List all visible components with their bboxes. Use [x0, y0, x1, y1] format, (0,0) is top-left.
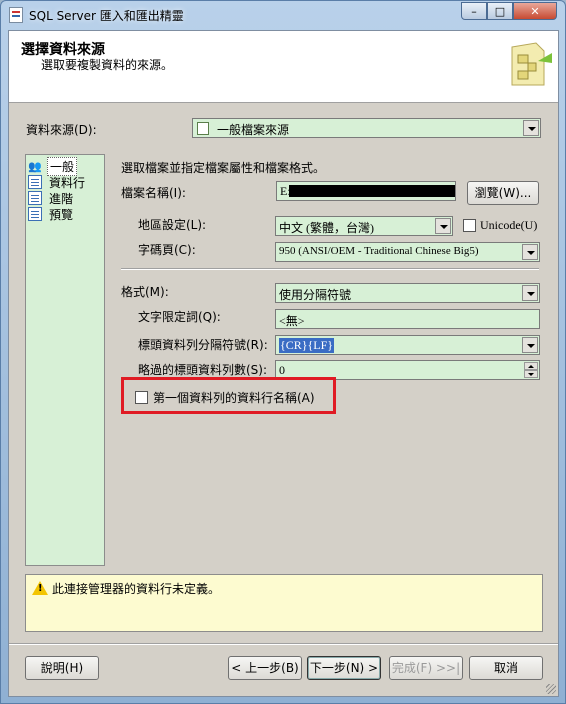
next-button[interactable]: 下一步(N) > — [307, 656, 381, 680]
chevron-down-icon[interactable] — [522, 285, 538, 301]
minimize-button[interactable]: – — [461, 2, 487, 20]
spin-up-icon[interactable] — [524, 362, 538, 370]
text-qualifier-field[interactable]: <無> — [275, 309, 540, 329]
resize-grip[interactable] — [546, 684, 556, 694]
codepage-label: 字碼頁(C): — [138, 243, 196, 257]
header-delimiter-label: 標頭資料列分隔符號(R): — [138, 338, 268, 352]
locale-combo[interactable]: 中文 (繁體，台灣) — [275, 216, 453, 236]
nav-item-general[interactable]: 一般 — [28, 156, 78, 176]
instruction-text: 選取檔案並指定檔案屬性和檔案格式。 — [121, 161, 326, 175]
chevron-down-icon[interactable] — [523, 120, 539, 136]
page-subtitle: 選取要複製資料的來源。 — [41, 58, 174, 72]
format-combo[interactable]: 使用分隔符號 — [275, 283, 540, 303]
spin-down-icon[interactable] — [524, 370, 538, 378]
back-button[interactable]: < 上一步(B) — [228, 656, 302, 680]
filename-label: 檔案名稱(I): — [121, 186, 186, 200]
nav-pane: 一般 資料行 進階 預覽 — [25, 154, 105, 566]
redacted-path — [289, 185, 455, 197]
flat-file-icon — [197, 122, 209, 135]
format-value: 使用分隔符號 — [279, 288, 352, 302]
message-text: 此連接管理器的資料行未定義。 — [52, 582, 221, 596]
client-area: 選擇資料來源 選取要複製資料的來源。 資料來源(D): 一般檔案來源 一般 資料… — [8, 30, 559, 697]
header-delimiter-combo[interactable]: {CR}{LF} — [275, 335, 540, 355]
nav-item-advanced[interactable]: 進階 — [28, 190, 75, 206]
wizard-header: 選擇資料來源 選取要複製資料的來源。 — [9, 31, 558, 103]
codepage-combo[interactable]: 950 (ANSI/OEM - Traditional Chinese Big5… — [275, 242, 540, 262]
button-separator — [9, 643, 558, 645]
datasource-value: 一般檔案來源 — [217, 123, 290, 137]
maximize-button[interactable]: □ — [487, 2, 513, 20]
wizard-graphic-icon — [511, 42, 552, 86]
header-skip-label: 略過的標頭資料列數(S): — [138, 363, 268, 377]
header-skip-value: 0 — [279, 363, 285, 377]
datasource-label: 資料來源(D): — [26, 123, 97, 137]
advanced-icon — [28, 191, 42, 205]
nav-item-label: 資料行 — [49, 175, 86, 190]
title-bar: SQL Server 匯入和匯出精靈 – □ ✕ — [1, 1, 565, 29]
spinner-buttons[interactable] — [524, 362, 538, 378]
datasource-combo[interactable]: 一般檔案來源 — [192, 118, 541, 138]
format-label: 格式(M): — [121, 285, 169, 299]
preview-icon — [28, 207, 42, 221]
close-button[interactable]: ✕ — [513, 2, 557, 20]
first-row-names-checkbox[interactable] — [135, 391, 148, 404]
message-panel: 此連接管理器的資料行未定義。 — [25, 574, 543, 632]
nav-item-label: 預覽 — [49, 207, 74, 222]
warning-icon — [32, 581, 48, 595]
window-title: SQL Server 匯入和匯出精靈 — [29, 9, 184, 23]
locale-value: 中文 (繁體，台灣) — [279, 221, 374, 235]
nav-item-columns[interactable]: 資料行 — [28, 174, 87, 190]
section-divider — [121, 268, 539, 270]
chevron-down-icon[interactable] — [522, 244, 538, 260]
first-row-names-label: 第一個資料列的資料行名稱(A) — [153, 391, 315, 405]
unicode-checkbox[interactable] — [463, 219, 476, 232]
codepage-value: 950 (ANSI/OEM - Traditional Chinese Big5… — [279, 245, 479, 257]
header-delimiter-value: {CR}{LF} — [279, 338, 335, 353]
chevron-down-icon[interactable] — [435, 218, 451, 234]
locale-label: 地區設定(L): — [138, 218, 207, 232]
help-button[interactable]: 說明(H) — [25, 656, 99, 680]
chevron-down-icon[interactable] — [522, 337, 538, 353]
nav-item-preview[interactable]: 預覽 — [28, 206, 75, 222]
general-icon — [28, 159, 42, 173]
filename-field[interactable]: E:\ — [276, 181, 456, 201]
text-qualifier-label: 文字限定詞(Q): — [138, 310, 221, 324]
columns-icon — [28, 175, 42, 189]
browse-button[interactable]: 瀏覽(W)... — [467, 181, 539, 205]
unicode-label: Unicode(U) — [480, 218, 538, 232]
app-icon — [9, 7, 23, 23]
wizard-window: SQL Server 匯入和匯出精靈 – □ ✕ 選擇資料來源 選取要複製資料的… — [0, 0, 566, 704]
caption-buttons: – □ ✕ — [461, 2, 557, 20]
finish-button[interactable]: 完成(F) >>| — [389, 656, 463, 680]
cancel-button[interactable]: 取消 — [469, 656, 543, 680]
text-qualifier-value: <無> — [279, 314, 305, 328]
nav-item-label: 進階 — [49, 191, 74, 206]
